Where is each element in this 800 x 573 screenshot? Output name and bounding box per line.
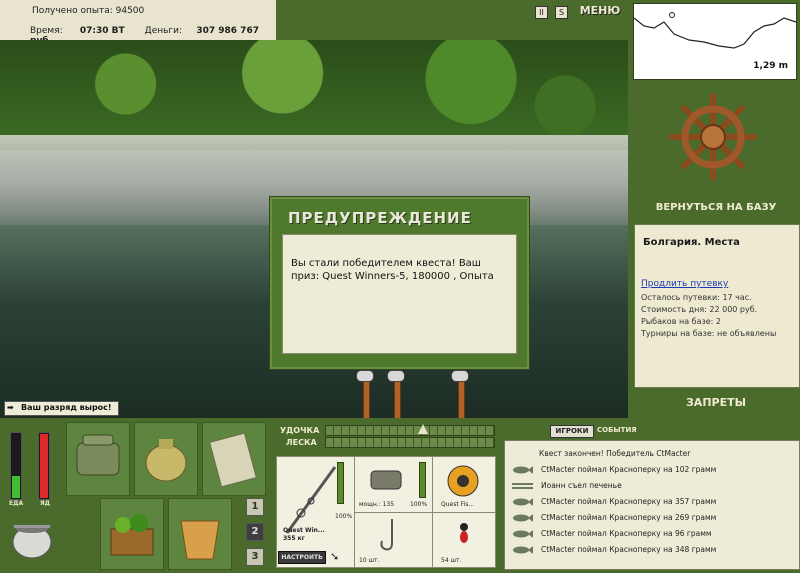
s-icon[interactable]: S	[555, 6, 568, 19]
tab-events[interactable]: СОБЫТИЯ	[597, 426, 637, 434]
tackle-box-tile[interactable]	[66, 422, 130, 496]
reel-percent: 100%	[410, 501, 428, 508]
reel-cell[interactable]: мощн.: 135 100%	[354, 456, 433, 513]
poison-label: ЯД	[40, 500, 50, 507]
setup-button[interactable]: НАСТРОИТЬ	[278, 551, 326, 564]
slot-tab-2[interactable]: 2	[246, 523, 264, 541]
rod-weight: 355 кг	[283, 535, 305, 542]
events-log: Квест закончен! Победитель CtMacter CtMa…	[504, 440, 800, 570]
fish-icon	[513, 466, 533, 474]
exp-value: 94500	[115, 6, 145, 16]
event-text: CtMacter поймал Красноперку на 269 грамм	[541, 513, 717, 522]
depth-map: 1,29 m	[633, 3, 797, 80]
food-level	[12, 476, 20, 498]
fishers-count: Рыбаков на базе: 2	[641, 317, 721, 326]
reel-power: мощн.: 135	[359, 501, 395, 508]
base-info-panel: Болгария. Места Продлить путевку Осталос…	[634, 224, 800, 388]
line-name: Quest Fis...	[441, 501, 475, 508]
food-label: ЕДА	[9, 500, 24, 507]
event-text: CtMacter поймал Красноперку на 357 грамм	[541, 497, 717, 506]
time-label: Время:	[30, 26, 63, 36]
fish-icon	[513, 514, 533, 522]
arrow-icon: ➡	[7, 403, 14, 412]
rod-durability-bar	[337, 462, 344, 504]
money-label: Деньги:	[144, 26, 183, 36]
tournaments-info: Турниры на базе: не объявлены	[641, 329, 777, 338]
poison-bar	[38, 432, 50, 500]
reel-icon	[356, 370, 374, 382]
trees-backdrop	[0, 40, 628, 150]
food-bar	[10, 432, 22, 500]
pause-icon[interactable]: II	[535, 6, 548, 19]
rod-percent: 100%	[335, 513, 353, 520]
hook-cell[interactable]: 10 шт.	[354, 512, 433, 568]
slot-tab-3[interactable]: 3	[246, 548, 264, 566]
list-item: Иоанн съел печенье	[509, 479, 797, 494]
status-panel: Получено опыта: 94500 Время: 07:30 ВТ Де…	[0, 0, 276, 46]
bans-button[interactable]: ЗАПРЕТЫ	[640, 396, 792, 412]
line-slider[interactable]	[325, 437, 495, 448]
base-title: Болгария. Места	[643, 237, 740, 248]
rank-up-notice[interactable]: ➡ Ваш разряд вырос!	[4, 401, 119, 416]
rank-up-text: Ваш разряд вырос!	[21, 403, 112, 412]
poison-level	[40, 434, 48, 498]
line-cell[interactable]: Quest Fis...	[432, 456, 496, 513]
food-basket-tile[interactable]	[100, 498, 164, 570]
bait-count: 54 шт.	[441, 557, 462, 564]
fork-knife-icon	[512, 483, 533, 489]
dialog-message: Вы стали победителем квеста! Ваш приз: Q…	[291, 258, 494, 282]
trip-remaining: Осталось путевки: 17 час.	[641, 293, 752, 302]
line-slider-label: ЛЕСКА	[286, 438, 317, 447]
list-item: CtMacter поймал Красноперку на 96 грамм	[509, 527, 797, 542]
hook-icon	[380, 519, 393, 551]
notebook-tile[interactable]	[202, 422, 266, 496]
ship-wheel-icon[interactable]	[668, 92, 758, 182]
bait-cell[interactable]: 54 шт.	[432, 512, 496, 568]
exp-label: Получено опыта:	[32, 6, 113, 16]
tab-players[interactable]: ИГРОКИ	[550, 425, 594, 438]
rod-name: Quest Win...	[283, 527, 325, 534]
reel-durability-bar	[419, 462, 426, 498]
extend-trip-link[interactable]: Продлить путевку	[641, 279, 728, 289]
fish-icon	[513, 546, 533, 554]
rod-slider-marker[interactable]	[418, 424, 428, 434]
fish-icon	[513, 530, 533, 538]
bait-bag-tile[interactable]	[134, 422, 198, 496]
reel-icon	[451, 370, 469, 382]
rod-in-water-3[interactable]	[458, 376, 465, 418]
event-text: CtMacter поймал Красноперку на 96 грамм	[541, 529, 712, 538]
warning-dialog[interactable]: ПРЕДУПРЕЖДЕНИЕ Вы стали победителем квес…	[269, 196, 530, 370]
event-text: Квест закончен! Победитель CtMacter	[539, 449, 691, 458]
day-cost: Стоимость дня: 22 000 руб.	[641, 305, 758, 314]
dialog-body: Вы стали победителем квеста! Ваш приз: Q…	[282, 234, 517, 354]
menu-button[interactable]: МЕНЮ	[578, 4, 622, 22]
list-item: CtMacter поймал Красноперку на 102 грамм	[509, 463, 797, 478]
list-item: CtMacter поймал Красноперку на 269 грамм	[509, 511, 797, 526]
slot-tab-1[interactable]: 1	[246, 498, 264, 516]
line-spool-icon	[447, 465, 479, 497]
list-item: Квест закончен! Победитель CtMacter	[509, 447, 797, 462]
fish-icon	[513, 498, 533, 506]
event-text: CtMacter поймал Красноперку на 348 грамм	[541, 545, 717, 554]
float-marker-icon	[669, 12, 675, 18]
reel-icon	[387, 370, 405, 382]
ant-bait-icon	[460, 523, 468, 543]
rod-in-water-2[interactable]	[394, 376, 401, 418]
rod-slider-label: УДОЧКА	[280, 426, 320, 435]
list-item: CtMacter поймал Красноперку на 357 грамм	[509, 495, 797, 510]
depth-value: 1,29 m	[753, 61, 788, 71]
dialog-title: ПРЕДУПРЕЖДЕНИЕ	[288, 209, 472, 227]
event-text: CtMacter поймал Красноперку на 102 грамм	[541, 465, 717, 474]
list-item: CtMacter поймал Красноперку на 348 грамм	[509, 543, 797, 558]
time-value: 07:30 ВТ	[79, 26, 125, 36]
arrow-down-right-icon[interactable]: ➘	[330, 550, 339, 563]
hooks-count: 10 шт.	[359, 557, 380, 564]
return-to-base-button[interactable]: ВЕРНУТЬСЯ НА БАЗУ	[640, 202, 792, 218]
rod-in-water-1[interactable]	[363, 376, 370, 418]
reel-icon	[370, 470, 402, 490]
bucket-tile[interactable]	[168, 498, 232, 570]
event-text: Иоанн съел печенье	[541, 481, 622, 490]
rod-slider[interactable]	[325, 424, 495, 436]
cauldron-icon[interactable]	[8, 514, 56, 562]
